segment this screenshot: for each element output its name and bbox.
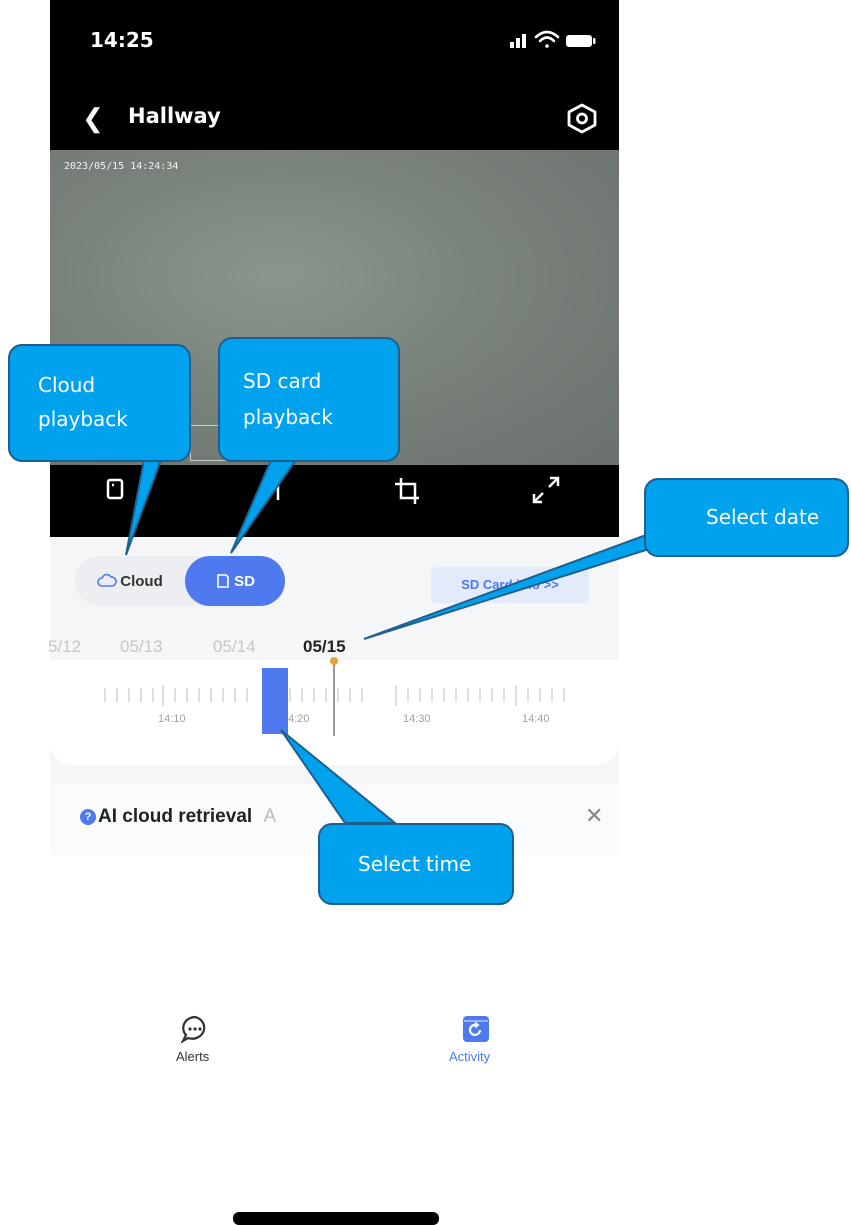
callout-sd-playback: SD card playback (218, 337, 400, 462)
activity-icon[interactable] (461, 1014, 491, 1044)
callout-pointers (125, 459, 647, 824)
callout-select-date: Select date (644, 478, 849, 557)
nav-alerts-label[interactable]: Alerts (176, 1049, 209, 1064)
chat-bubble-icon[interactable] (180, 1014, 210, 1044)
callout-select-time: Select time (318, 823, 514, 905)
home-indicator[interactable] (233, 1212, 439, 1225)
callout-cloud-playback: Cloud playback (8, 344, 191, 462)
nav-activity-label[interactable]: Activity (449, 1049, 490, 1064)
